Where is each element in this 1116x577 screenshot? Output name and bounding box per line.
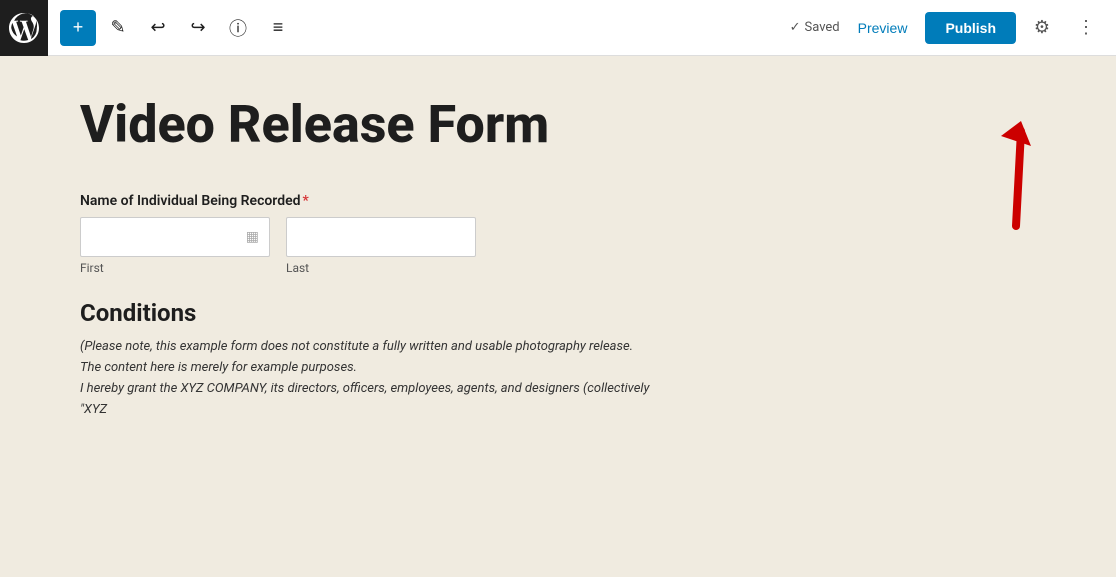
checkmark-icon: ✓ [790, 20, 801, 35]
add-block-button[interactable]: + [60, 10, 96, 46]
redo-button[interactable]: ↪ [180, 10, 216, 46]
plus-icon: + [73, 17, 84, 38]
name-field-label: Name of Individual Being Recorded* [80, 193, 680, 209]
first-label: First [80, 261, 270, 275]
list-view-icon: ≡ [273, 17, 284, 38]
conditions-title: Conditions [80, 299, 680, 327]
info-button[interactable]: ⓘ [220, 10, 256, 46]
preview-button[interactable]: Preview [848, 14, 918, 42]
first-name-input[interactable]: ▦ [80, 217, 270, 257]
saved-label: Saved [805, 20, 840, 35]
redo-icon: ↪ [190, 17, 205, 38]
undo-icon: ↩ [150, 17, 165, 38]
ellipsis-icon: ⋮ [1077, 17, 1095, 38]
publish-button[interactable]: Publish [925, 12, 1016, 44]
more-options-button[interactable]: ⋮ [1068, 10, 1104, 46]
last-label: Last [286, 261, 476, 275]
autocomplete-icon: ▦ [246, 229, 259, 245]
undo-button[interactable]: ↩ [140, 10, 176, 46]
main-content: Video Release Form Name of Individual Be… [0, 56, 1116, 577]
last-name-wrap: Last [286, 217, 476, 275]
conditions-text: (Please note, this example form does not… [80, 337, 660, 420]
saved-status: ✓ Saved [790, 20, 840, 35]
publish-label: Publish [945, 20, 996, 36]
list-view-button[interactable]: ≡ [260, 10, 296, 46]
required-marker: * [303, 193, 309, 209]
name-fields: ▦ First Last [80, 217, 680, 275]
wordpress-logo [0, 0, 48, 56]
pencil-icon: ✎ [110, 17, 125, 38]
wp-logo-icon [9, 13, 39, 43]
toolbar-right: ✓ Saved Preview Publish ⚙ ⋮ [790, 10, 1104, 46]
preview-label: Preview [858, 20, 908, 36]
settings-button[interactable]: ⚙ [1024, 10, 1060, 46]
annotation-arrow [956, 116, 1036, 236]
edit-pencil-button[interactable]: ✎ [100, 10, 136, 46]
info-icon: ⓘ [229, 15, 247, 41]
last-name-input[interactable] [286, 217, 476, 257]
page-title: Video Release Form [80, 96, 880, 153]
form-section: Name of Individual Being Recorded* ▦ Fir… [80, 193, 680, 420]
gear-icon: ⚙ [1034, 17, 1050, 38]
toolbar: + ✎ ↩ ↪ ⓘ ≡ ✓ Saved Preview Publish ⚙ ⋮ [0, 0, 1116, 56]
first-name-wrap: ▦ First [80, 217, 270, 275]
